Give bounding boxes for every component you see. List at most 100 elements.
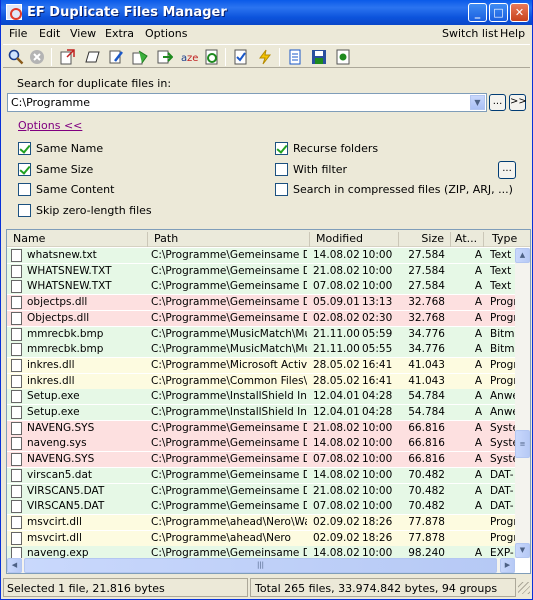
close-button[interactable]: ✕ — [510, 3, 529, 22]
refresh-icon[interactable] — [203, 48, 221, 66]
menu-options[interactable]: Options — [145, 27, 187, 40]
cell-time: 13:13 — [362, 296, 393, 309]
with-filter-checkbox[interactable]: With filter — [275, 163, 347, 176]
cell-path: C:\Programme\Microsoft Active... — [151, 358, 307, 371]
scroll-up-icon[interactable]: ▲ — [515, 248, 530, 263]
browse-folder-button[interactable]: ... — [489, 94, 506, 111]
table-row[interactable]: inkres.dll C:\Programme\Common Files\M...… — [7, 373, 515, 389]
skip-zero-length-checkbox[interactable]: Skip zero-length files — [18, 204, 152, 217]
save-icon[interactable] — [310, 48, 328, 66]
copy-icon[interactable] — [131, 48, 149, 66]
table-row[interactable]: msvcirt.dll C:\Programme\ahead\Nero 02.09.… — [7, 530, 515, 546]
cell-path: C:\Programme\MusicMatch\Mus... — [151, 327, 307, 340]
checkbox-box[interactable] — [18, 142, 31, 155]
column-header-type[interactable]: Type — [484, 232, 530, 247]
edit-icon[interactable] — [107, 48, 125, 66]
same-content-checkbox[interactable]: Same Content — [18, 183, 114, 196]
table-row[interactable]: objectps.dll C:\Programme\Gemeinsame Da..… — [7, 295, 515, 311]
cell-name: inkres.dll — [27, 374, 75, 387]
checkbox-box[interactable] — [18, 204, 31, 217]
checkbox-box[interactable] — [275, 183, 288, 196]
menu-view[interactable]: View — [70, 27, 96, 40]
cell-name: WHATSNEW.TXT — [27, 264, 112, 277]
table-row[interactable]: VIRSCAN5.DAT C:\Programme\Gemeinsame Da..… — [7, 499, 515, 515]
table-row[interactable]: Setup.exe C:\Programme\InstallShield Ins.… — [7, 389, 515, 405]
table-row[interactable]: naveng.sys C:\Programme\Gemeinsame Da... 1… — [7, 436, 515, 452]
menu-file[interactable]: File — [9, 27, 27, 40]
column-header-attributes[interactable]: At... — [451, 232, 484, 247]
horizontal-scroll-thumb[interactable]: ||| — [24, 558, 497, 573]
duplicate-files-list[interactable]: Name Path Modified Size At... Type whats… — [6, 229, 531, 574]
cell-name: VIRSCAN5.DAT — [27, 500, 105, 513]
menu-extra[interactable]: Extra — [105, 27, 134, 40]
cell-name: Setup.exe — [27, 406, 80, 418]
menu-switch-list[interactable]: Switch list — [442, 27, 498, 40]
cell-time: 10:00 — [362, 280, 393, 293]
compressed-files-checkbox[interactable]: Search in compressed files (ZIP, ARJ, ..… — [275, 183, 513, 196]
table-row[interactable]: msvcirt.dll C:\Programme\ahead\Nero\Wa...… — [7, 514, 515, 530]
scroll-thumb[interactable]: ≡ — [515, 430, 530, 458]
search-path-value[interactable]: C:\Programme — [11, 96, 90, 109]
scroll-down-icon[interactable]: ▼ — [515, 543, 530, 558]
menu-edit[interactable]: Edit — [39, 27, 60, 40]
table-row[interactable]: inkres.dll C:\Programme\Microsoft Active.… — [7, 357, 515, 373]
same-name-checkbox[interactable]: Same Name — [18, 142, 103, 155]
cell-type: Progr — [490, 531, 515, 544]
same-size-checkbox[interactable]: Same Size — [18, 163, 93, 176]
column-header-size[interactable]: Size — [399, 232, 451, 247]
table-row[interactable]: virscan5.dat C:\Programme\Gemeinsame Da..… — [7, 467, 515, 483]
start-search-button[interactable]: >> — [509, 94, 527, 111]
search-path-combobox[interactable]: C:\Programme ▼ — [7, 93, 487, 112]
checkbox-box[interactable] — [18, 163, 31, 176]
resize-grip-icon[interactable] — [518, 582, 530, 594]
table-row[interactable]: NAVENG.SYS C:\Programme\Gemeinsame Da... 2… — [7, 420, 515, 436]
scroll-left-icon[interactable]: ◀ — [7, 558, 22, 573]
column-header-name[interactable]: Name — [7, 232, 148, 247]
properties-icon[interactable] — [334, 48, 352, 66]
checklist-icon[interactable] — [232, 48, 250, 66]
table-row[interactable]: WHATSNEW.TXT C:\Programme\Gemeinsame Da..… — [7, 279, 515, 295]
maximize-button[interactable]: □ — [489, 3, 508, 22]
table-row[interactable]: whatsnew.txt C:\Programme\Gemeinsame Da..… — [7, 248, 515, 263]
title-bar[interactable]: EF Duplicate Files Manager _ □ ✕ — [1, 0, 532, 25]
cell-name: mmrecbk.bmp — [27, 327, 104, 340]
stop-icon[interactable] — [28, 48, 46, 66]
horizontal-scrollbar[interactable]: ◀ ||| ▶ — [7, 558, 515, 573]
recurse-folders-checkbox[interactable]: Recurse folders — [275, 142, 378, 155]
export-icon[interactable] — [156, 48, 174, 66]
menu-help[interactable]: Help — [500, 27, 525, 40]
cell-type: Progr — [490, 296, 515, 309]
document-icon[interactable] — [286, 48, 304, 66]
status-selection: Selected 1 file, 21.816 bytes — [7, 582, 165, 595]
column-header-modified[interactable]: Modified — [310, 232, 399, 247]
cell-date: 07.08.02 — [313, 500, 360, 513]
search-label: Search for duplicate files in: — [17, 77, 172, 90]
open-icon[interactable] — [58, 48, 76, 66]
cell-name: msvcirt.dll — [27, 515, 82, 528]
table-row[interactable]: mmrecbk.bmp C:\Programme\MusicMatch\Mus..… — [7, 326, 515, 342]
scroll-right-icon[interactable]: ▶ — [500, 558, 515, 573]
column-header-path[interactable]: Path — [148, 232, 310, 247]
table-row[interactable]: Objectps.dll C:\Programme\Gemeinsame Da..… — [7, 310, 515, 326]
cell-attributes: A — [474, 311, 482, 324]
cell-time: 10:00 — [362, 437, 393, 450]
rename-icon[interactable]: a ze — [180, 48, 198, 66]
chevron-down-icon[interactable]: ▼ — [470, 95, 485, 110]
table-row[interactable]: VIRSCAN5.DAT C:\Programme\Gemeinsame Da..… — [7, 483, 515, 499]
table-row[interactable]: Setup.exe C:\Programme\InstallShield Ins.… — [7, 405, 515, 420]
cell-type: Anwe — [490, 406, 515, 418]
vertical-scrollbar[interactable]: ▲ ≡ ▼ — [515, 248, 530, 558]
checkbox-box[interactable] — [275, 163, 288, 176]
table-row[interactable]: mmrecbk.bmp C:\Programme\MusicMatch\Mus..… — [7, 342, 515, 358]
lightning-icon[interactable] — [256, 48, 274, 66]
table-row[interactable]: NAVENG.SYS C:\Programme\Gemeinsame Da... 0… — [7, 452, 515, 468]
checkbox-box[interactable] — [275, 142, 288, 155]
search-icon[interactable] — [7, 48, 25, 66]
cell-type: Progr — [490, 311, 515, 324]
filter-settings-button[interactable]: ... — [498, 161, 516, 179]
minimize-button[interactable]: _ — [468, 3, 487, 22]
table-row[interactable]: WHATSNEW.TXT C:\Programme\Gemeinsame Da..… — [7, 263, 515, 279]
options-toggle-link[interactable]: Options << — [18, 119, 82, 132]
checkbox-box[interactable] — [18, 183, 31, 196]
move-icon[interactable] — [83, 48, 101, 66]
